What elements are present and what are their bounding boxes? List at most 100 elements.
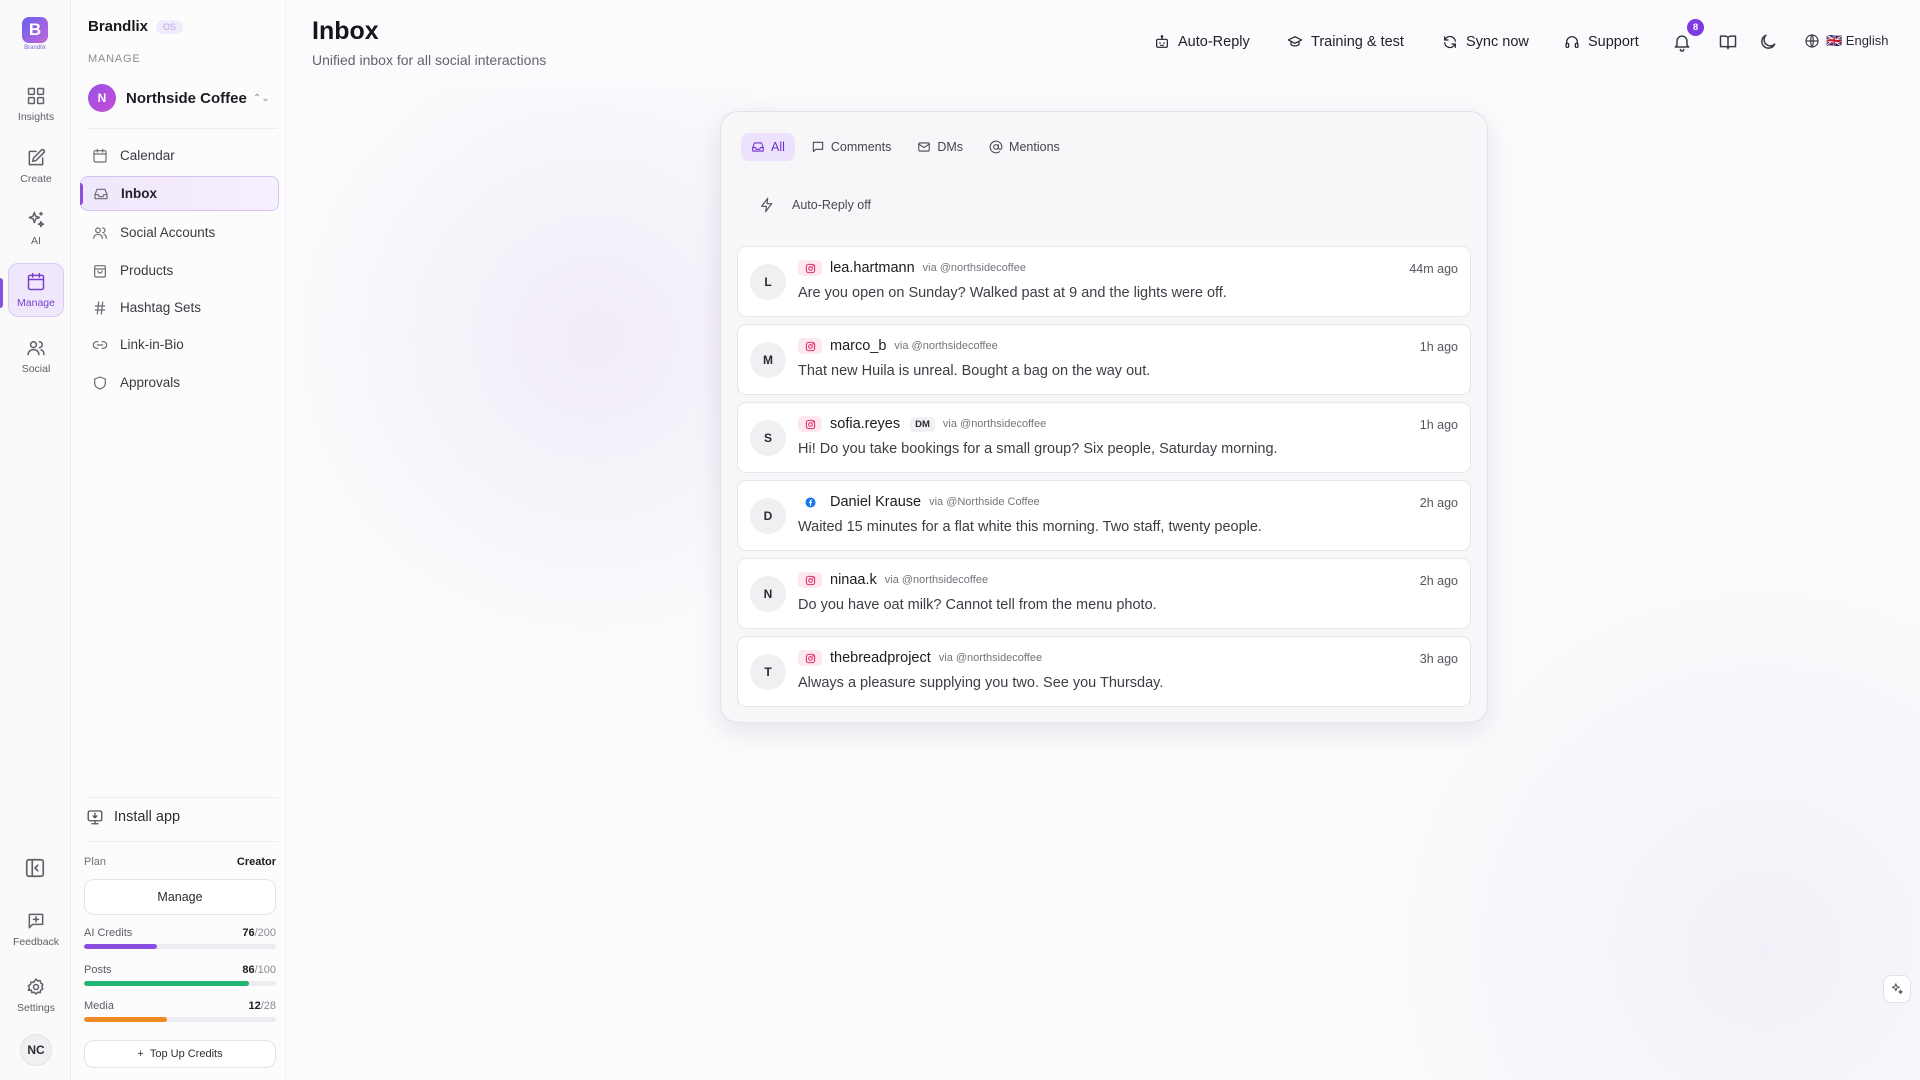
message-via: via @northsidecoffee bbox=[942, 418, 1047, 430]
hash-icon bbox=[94, 300, 106, 315]
usage-label: Media bbox=[84, 1000, 114, 1012]
headphones-icon bbox=[1565, 36, 1579, 48]
rail-item-ai[interactable]: AI bbox=[8, 201, 64, 255]
workspace-switcher[interactable]: N Northside Coffee ⌃⌄ bbox=[88, 82, 273, 114]
message-text: Hi! Do you take bookings for a small gro… bbox=[798, 441, 1278, 457]
avatar: N bbox=[750, 576, 786, 612]
tab-mentions[interactable]: Mentions bbox=[979, 133, 1070, 161]
usage-bar-fill bbox=[84, 981, 250, 986]
sidebar-item-products[interactable]: Products bbox=[80, 253, 279, 288]
sidebar: Brandlix OS MANAGE N Northside Coffee ⌃⌄… bbox=[71, 0, 286, 1080]
message-row[interactable]: D Daniel Krause via @Northside Coffee 2h… bbox=[737, 480, 1471, 551]
message-text: That new Huila is unreal. Bought a bag o… bbox=[798, 363, 1151, 379]
moon-icon bbox=[1761, 34, 1776, 49]
message-time: 44m ago bbox=[1409, 262, 1458, 276]
bell-icon bbox=[1674, 35, 1690, 52]
comment-icon bbox=[812, 141, 824, 153]
grid-icon bbox=[27, 87, 45, 104]
divider bbox=[88, 797, 278, 798]
tab-label: DMs bbox=[937, 140, 964, 154]
language-selector[interactable]: 🇬🇧 English bbox=[1804, 33, 1888, 49]
tab-all[interactable]: All bbox=[741, 133, 795, 161]
rail-item-settings[interactable]: Settings bbox=[8, 968, 64, 1022]
sidebar-item-calendar[interactable]: Calendar bbox=[80, 138, 279, 173]
brand-logo-mark: B bbox=[22, 17, 48, 43]
mail-icon bbox=[918, 142, 931, 152]
message-text: Always a pleasure supplying you two. See… bbox=[798, 675, 1164, 691]
rail-item-label: Social bbox=[21, 362, 51, 375]
message-row[interactable]: T thebreadproject via @northsidecoffee 3… bbox=[737, 636, 1471, 707]
message-via: via @northsidecoffee bbox=[922, 262, 1026, 274]
sidebar-item-hashtag-sets[interactable]: Hashtag Sets bbox=[80, 290, 279, 325]
collapse-sidebar-button[interactable] bbox=[24, 857, 46, 879]
rail-item-create[interactable]: Create bbox=[8, 139, 64, 193]
sync-now-button[interactable]: Sync now bbox=[1442, 30, 1529, 54]
message-time: 1h ago bbox=[1419, 418, 1458, 432]
brand-badge: OS bbox=[156, 19, 184, 34]
message-via: via @northsidecoffee bbox=[894, 340, 998, 352]
sidebar-item-inbox[interactable]: Inbox bbox=[80, 176, 279, 211]
message-via: via @northsidecoffee bbox=[884, 574, 989, 586]
auto-reply-status[interactable]: Auto-Reply off bbox=[759, 197, 871, 213]
install-app-button[interactable]: Install app bbox=[86, 808, 180, 826]
inbox-tabs: All Comments DMs Mentions bbox=[741, 133, 1070, 161]
support-button[interactable]: Support bbox=[1564, 30, 1639, 54]
auto-reply-status-label: Auto-Reply off bbox=[792, 198, 871, 212]
tab-label: Comments bbox=[830, 140, 892, 154]
tab-label: Mentions bbox=[1009, 140, 1060, 154]
message-row[interactable]: L lea.hartmann via @northsidecoffee 44m … bbox=[737, 246, 1471, 317]
sparkles-icon bbox=[1891, 983, 1903, 995]
message-text: Are you open on Sunday? Walked past at 9… bbox=[798, 285, 1227, 301]
message-row[interactable]: M marco_b via @northsidecoffee 1h ago Th… bbox=[737, 324, 1471, 395]
ai-assistant-button[interactable] bbox=[1883, 975, 1911, 1003]
inbox-icon bbox=[752, 142, 764, 152]
rail-item-social[interactable]: Social bbox=[8, 329, 64, 383]
message-row[interactable]: S sofia.reyes DM via @northsidecoffee 1h… bbox=[737, 402, 1471, 473]
top-up-label: Top Up Credits bbox=[149, 1048, 223, 1060]
message-row[interactable]: N ninaa.k via @northsidecoffee 2h ago Do… bbox=[737, 558, 1471, 629]
training-test-button[interactable]: Training & test bbox=[1287, 30, 1404, 54]
rail-item-manage[interactable]: Manage bbox=[8, 263, 64, 317]
usage-ai-credits: AI Credits 76/200 bbox=[84, 927, 276, 949]
sidebar-item-social-accounts[interactable]: Social Accounts bbox=[80, 215, 279, 250]
sidebar-item-link-in-bio[interactable]: Link-in-Bio bbox=[80, 327, 279, 362]
rail-item-feedback[interactable]: Feedback bbox=[8, 902, 64, 956]
top-up-credits-button[interactable]: + Top Up Credits bbox=[84, 1040, 276, 1068]
message-text: Waited 15 minutes for a flat white this … bbox=[798, 519, 1262, 535]
usage-total: /200 bbox=[254, 927, 276, 939]
book-open-icon bbox=[1719, 35, 1737, 50]
message-author: thebreadproject bbox=[830, 650, 931, 666]
rail-active-indicator bbox=[0, 278, 3, 308]
usage-label: Posts bbox=[84, 964, 112, 976]
sidebar-item-approvals[interactable]: Approvals bbox=[80, 365, 279, 400]
manage-plan-button[interactable]: Manage bbox=[84, 879, 276, 915]
calendar-icon bbox=[27, 272, 45, 290]
user-avatar[interactable]: NC bbox=[20, 1034, 52, 1066]
link-icon bbox=[92, 340, 108, 349]
message-text: Do you have oat milk? Cannot tell from t… bbox=[798, 597, 1157, 613]
brand-logo[interactable]: B Brandlix bbox=[21, 17, 49, 51]
tab-dms[interactable]: DMs bbox=[907, 133, 973, 161]
instagram-icon bbox=[798, 416, 822, 432]
calendar-icon bbox=[93, 148, 107, 163]
usage-bar-fill bbox=[84, 1017, 167, 1022]
divider bbox=[88, 841, 278, 842]
auto-reply-button[interactable]: Auto-Reply bbox=[1154, 30, 1250, 54]
tab-comments[interactable]: Comments bbox=[801, 133, 901, 161]
avatar: M bbox=[750, 342, 786, 378]
notifications-button[interactable] bbox=[1672, 32, 1692, 52]
chevron-updown-icon: ⌃⌄ bbox=[252, 92, 270, 104]
graduation-cap-icon bbox=[1287, 36, 1303, 47]
sidebar-item-label: Products bbox=[120, 263, 174, 278]
rail-item-insights[interactable]: Insights bbox=[8, 77, 64, 131]
inbox-panel: All Comments DMs Mentions Auto-Reply off… bbox=[720, 111, 1488, 723]
section-label: MANAGE bbox=[88, 53, 141, 65]
sidebar-item-label: Inbox bbox=[121, 186, 157, 201]
theme-toggle-button[interactable] bbox=[1758, 32, 1778, 52]
bag-icon bbox=[94, 264, 106, 278]
docs-button[interactable] bbox=[1718, 32, 1738, 52]
message-via: via @northsidecoffee bbox=[938, 652, 1043, 664]
notification-count-badge: 8 bbox=[1687, 19, 1704, 36]
plan-row: Plan Creator bbox=[84, 856, 276, 868]
facebook-icon bbox=[798, 494, 822, 510]
